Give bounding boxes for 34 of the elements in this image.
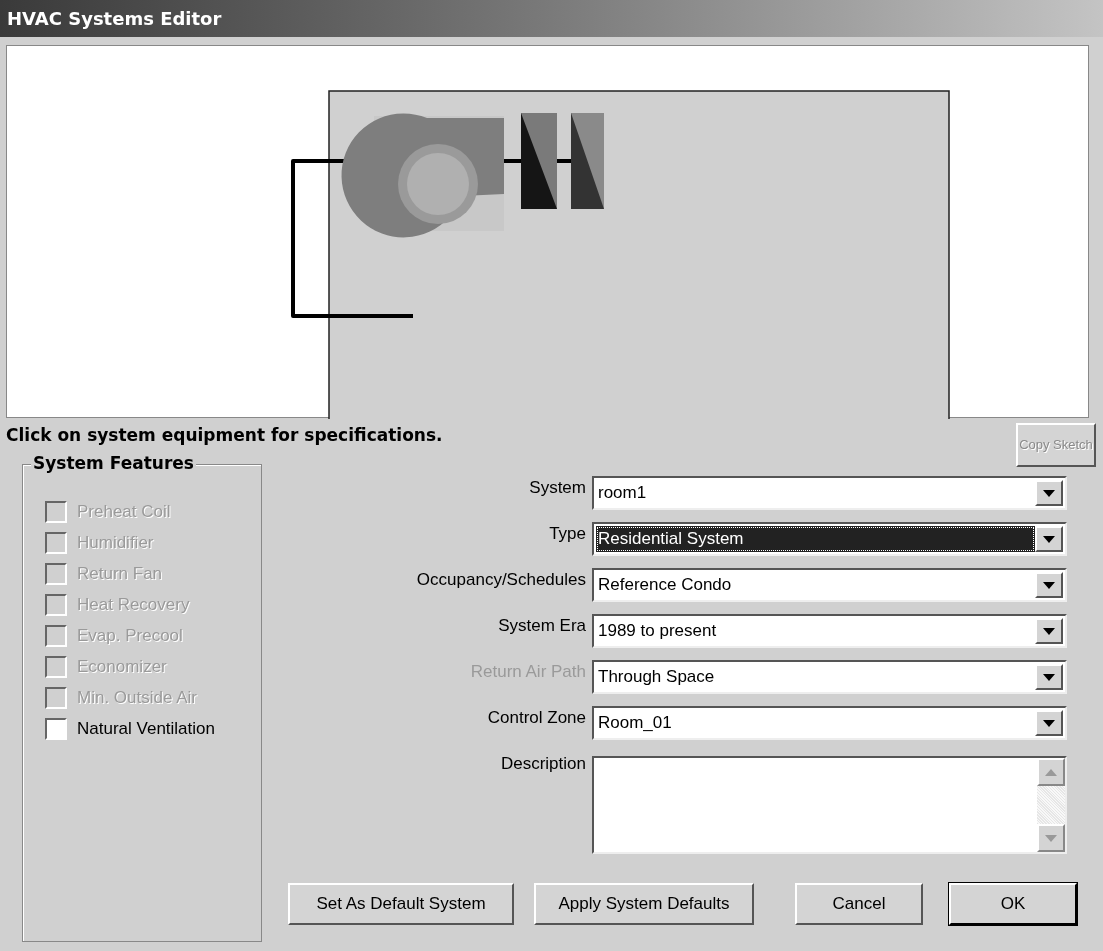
field-label: Control Zone <box>486 707 587 729</box>
dropdown-value: 1989 to present <box>597 620 718 643</box>
dialog-button[interactable]: Set As Default System <box>288 883 514 925</box>
dropdown[interactable]: room1 <box>592 476 1067 510</box>
duct-line <box>502 159 573 163</box>
dialog-button[interactable]: OK <box>949 883 1077 925</box>
checkbox[interactable] <box>45 718 67 740</box>
coil-icon[interactable] <box>521 113 557 209</box>
dropdown-value: Reference Condo <box>597 574 733 597</box>
field-label: Occupancy/Schedules <box>415 569 587 591</box>
dropdown[interactable]: Residential System <box>592 522 1067 556</box>
instruction-text: Click on system equipment for specifications. <box>6 424 443 447</box>
dropdown-value: Through Space <box>597 666 716 689</box>
dropdown-value: Room_01 <box>597 712 673 735</box>
window-title: HVAC Systems Editor <box>7 7 222 31</box>
dropdown-value: room1 <box>597 482 648 505</box>
group-title: System Features <box>31 453 196 473</box>
dialog-button[interactable]: Cancel <box>795 883 923 925</box>
scroll-up-icon[interactable] <box>1037 758 1065 786</box>
fan-drawing[interactable] <box>341 113 504 238</box>
dropdown[interactable]: Reference Condo <box>592 568 1067 602</box>
description-field[interactable] <box>592 756 1067 854</box>
field-label: Description <box>499 753 587 775</box>
dropdown[interactable]: 1989 to present <box>592 614 1067 648</box>
checkbox-label: Natural Ventilation <box>77 718 215 741</box>
field-label: System <box>528 477 587 499</box>
coil-icon[interactable] <box>571 113 604 209</box>
scroll-down-icon[interactable] <box>1037 824 1065 852</box>
dialog-button[interactable]: Apply System Defaults <box>534 883 754 925</box>
dropdown[interactable]: Room_01 <box>592 706 1067 740</box>
field-label: System Era <box>497 615 587 637</box>
field-label: Type <box>548 523 587 545</box>
scrollbar[interactable] <box>1037 758 1065 852</box>
dropdown-value: Residential System <box>596 526 1035 552</box>
